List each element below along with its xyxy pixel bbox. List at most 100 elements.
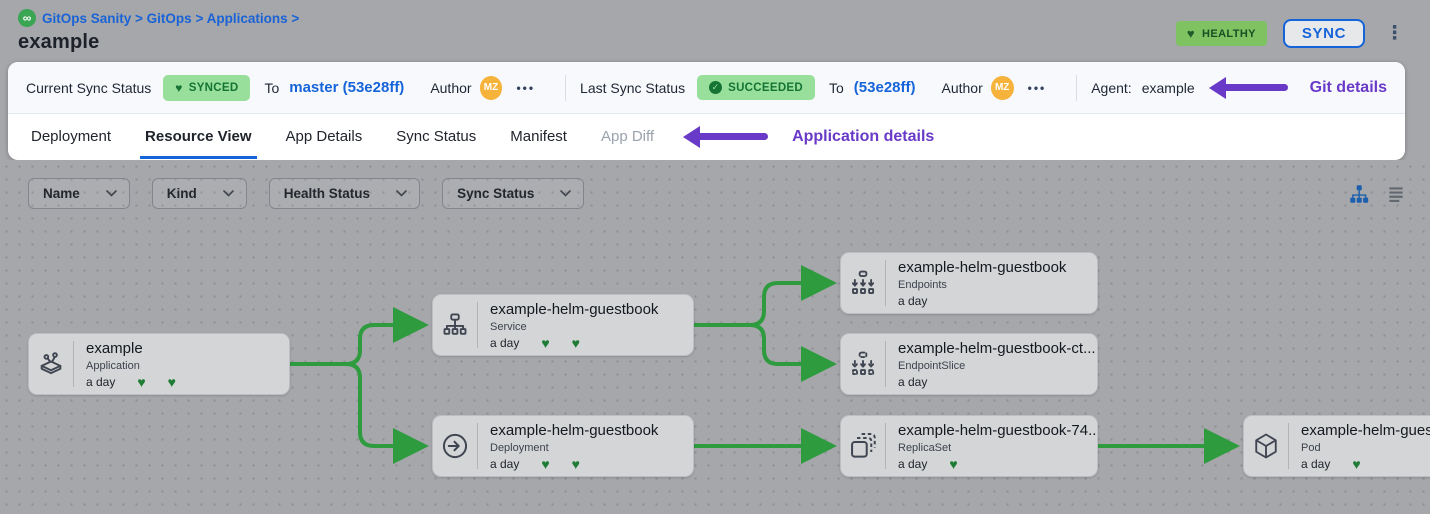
annotation-arrow-left-icon [683,126,768,148]
author-label: Author [942,80,983,96]
resource-node-pod[interactable]: example-helm-guestPoda day♥ [1243,415,1430,477]
filter-dropdown-name[interactable]: Name [28,178,130,209]
breadcrumb-link-gitops[interactable]: GitOps [147,11,192,26]
pod-icon [1244,431,1288,461]
chevron-down-icon [106,190,117,197]
resource-kind: EndpointSlice [898,359,1087,373]
divider [565,75,566,101]
last-commit-link[interactable]: (53e28ff) [854,79,916,96]
app-summary-card: Current Sync Status ♥ SYNCED To master (… [8,62,1405,160]
resource-age: a day [86,375,115,389]
succeeded-badge: ✓ SUCCEEDED [697,75,815,100]
last-sync-status-label: Last Sync Status [580,80,685,96]
resource-age: a day [490,336,519,350]
author-avatar: MZ [991,76,1014,100]
divider [1076,75,1077,101]
agent-value: example [1142,80,1195,96]
breadcrumb-link-applications[interactable]: Applications [207,11,288,26]
tab-app-diff[interactable]: App Diff [584,114,671,159]
graph-edge [694,283,831,325]
filter-dropdown-health-status[interactable]: Health Status [269,178,420,209]
health-heart-icon: ♥ [949,458,957,470]
filter-label: Name [43,186,80,201]
to-label: To [264,80,279,96]
heart-icon: ♥ [1187,26,1195,41]
tab-app-details[interactable]: App Details [269,114,380,159]
synced-badge: ♥ SYNCED [163,75,250,101]
breadcrumb-separator: > [288,11,300,26]
author-label: Author [430,80,471,96]
resource-kind: Application [86,359,176,373]
health-heart-icon: ♥ [572,337,580,349]
breadcrumb-separator: > [192,11,207,26]
chevron-down-icon [560,190,571,197]
resource-name: example-helm-guestbook-74... [898,422,1087,440]
filter-label: Sync Status [457,186,534,201]
check-circle-icon: ✓ [709,81,722,94]
filter-label: Kind [167,186,197,201]
sync-status-bar: Current Sync Status ♥ SYNCED To master (… [8,62,1405,114]
filter-label: Health Status [284,186,370,201]
tab-manifest[interactable]: Manifest [493,114,584,159]
health-heart-icon: ♥ [137,376,145,388]
kebab-menu-icon[interactable]: ⋮ [1381,22,1408,45]
agent-label: Agent: [1091,80,1131,96]
resource-kind: ReplicaSet [898,441,1087,455]
tab-resource-view[interactable]: Resource View [128,114,268,159]
tab-sync-status[interactable]: Sync Status [379,114,493,159]
tab-deployment[interactable]: Deployment [14,114,128,159]
resource-age: a day [898,294,927,308]
resource-node-deployment[interactable]: example-helm-guestbookDeploymenta day♥♥ [432,415,694,477]
tree-view-toggle[interactable] [1348,183,1370,205]
resource-name: example-helm-guestbook [490,422,658,440]
resource-age: a day [490,457,519,471]
application-details-annotation: Application details [792,128,934,146]
health-heart-icon: ♥ [541,458,549,470]
top-bar: ∞ GitOps Sanity > GitOps > Applications … [0,0,1430,62]
health-heart-icon: ♥ [1352,458,1360,470]
health-heart-icon: ♥ [541,337,549,349]
endpoints-icon [841,268,885,298]
breadcrumb-separator: > [131,11,146,26]
resource-kind: Endpoints [898,278,1066,292]
resource-age: a day [1301,457,1330,471]
resource-node-service[interactable]: example-helm-guestbookService a day ♥ ♥ [432,294,694,356]
resource-kind: Deployment [490,441,658,455]
heart-icon: ♥ [175,81,182,95]
replicaset-icon [841,430,885,462]
annotation-arrow-left-icon [1209,77,1288,99]
chevron-down-icon [396,190,407,197]
graph-edge [290,325,423,364]
resource-name: example-helm-guest [1301,422,1430,440]
filter-bar: Name Kind Health Status Sync Status [28,178,1406,209]
chevron-down-icon [223,190,234,197]
tab-bar: DeploymentResource ViewApp DetailsSync S… [8,114,1405,159]
health-status-badge: ♥ HEALTHY [1176,21,1267,46]
to-label: To [829,80,844,96]
more-options-icon[interactable]: ••• [1028,81,1047,95]
resource-name: example [86,340,176,358]
service-icon [433,310,477,340]
filter-dropdown-sync-status[interactable]: Sync Status [442,178,584,209]
current-commit-link[interactable]: master (53e28ff) [289,79,404,96]
resource-age: a day [898,375,927,389]
resource-node-application[interactable]: exampleApplication a day ♥ ♥ [28,333,290,395]
resource-kind: Service [490,320,658,334]
current-sync-status-label: Current Sync Status [26,80,151,96]
health-heart-icon: ♥ [168,376,176,388]
deployment-icon [433,430,477,462]
git-details-annotation: Git details [1310,79,1387,97]
resource-node-replicaset[interactable]: example-helm-guestbook-74...ReplicaSeta … [840,415,1098,477]
resource-graph-canvas: Name Kind Health Status Sync Status example… [0,160,1430,514]
gitops-logo-icon: ∞ [18,9,36,27]
graph-edge [290,364,423,446]
more-options-icon[interactable]: ••• [516,81,535,95]
resource-name: example-helm-guestbook [490,301,658,319]
sync-button[interactable]: SYNC [1283,19,1365,48]
application-icon [29,349,73,379]
list-view-toggle[interactable] [1386,184,1406,204]
resource-node-endpointslice[interactable]: example-helm-guestbook-ct...EndpointSlic… [840,333,1098,395]
resource-node-endpoints[interactable]: example-helm-guestbookEndpointsa day [840,252,1098,314]
breadcrumb-link-gitops-sanity[interactable]: GitOps Sanity [42,11,131,26]
filter-dropdown-kind[interactable]: Kind [152,178,247,209]
